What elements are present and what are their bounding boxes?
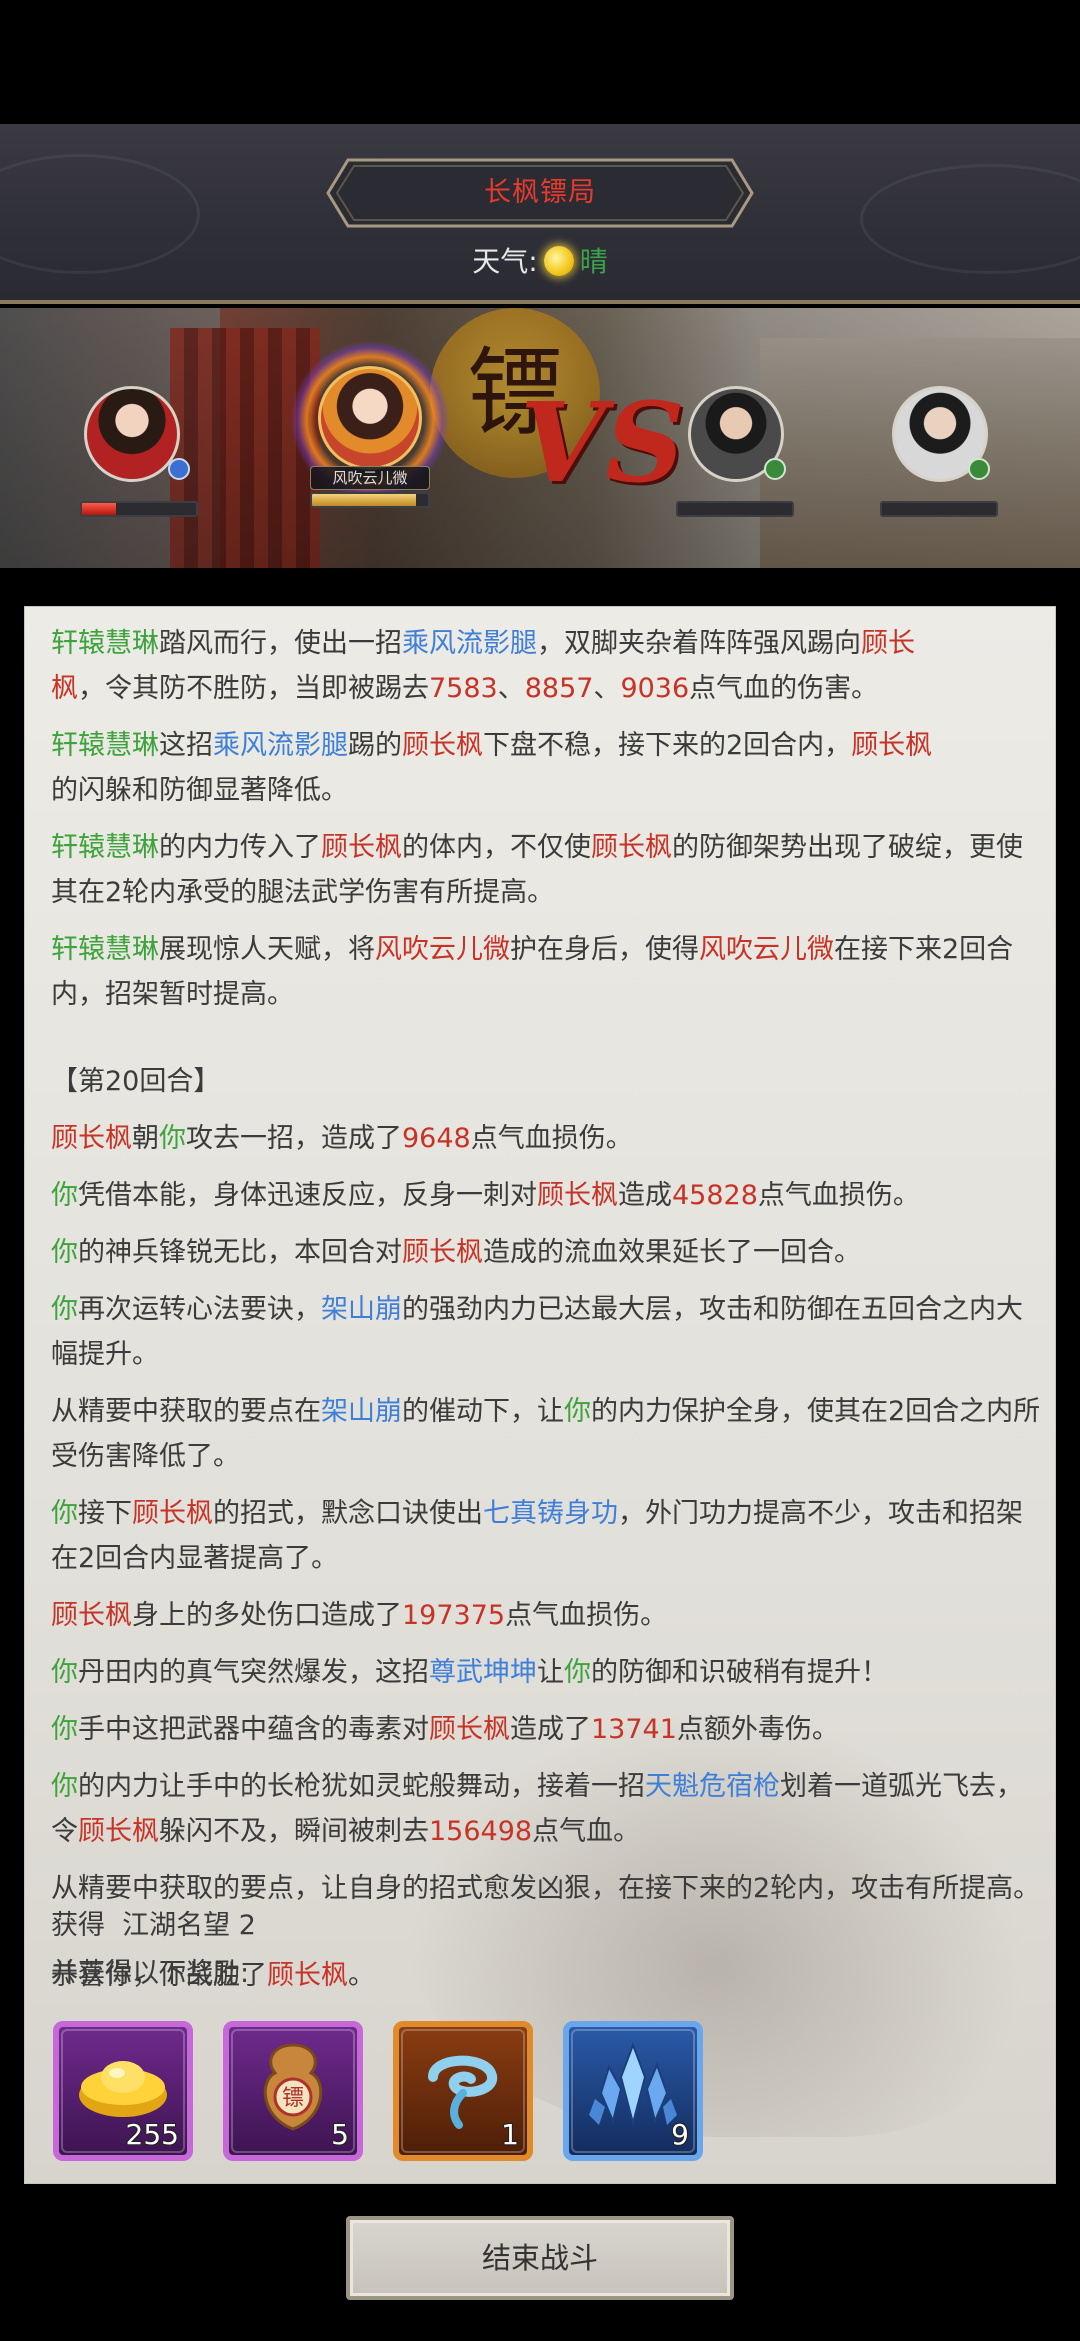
log-entry: 从精要中获取的要点在架山崩的催动下，让你的内力保护全身，使其在2回合之内所受伤害… (51, 1396, 1041, 1472)
battle-log-panel[interactable]: 轩辕慧琳踏风而行，使出一招乘风流影腿，双脚夹杂着阵阵强风踢向顾长 枫，令其防不胜防… (24, 606, 1056, 2184)
reward-item[interactable]: 镖 5 (223, 2021, 363, 2161)
log-entry: 轩辕慧琳的内力传入了顾长枫的体内，不仅使顾长枫的防御架势出现了破绽，更使其在2轮… (51, 832, 1023, 908)
log-entry: 你手中这把武器中蕴含的毒素对顾长枫造成了13741点额外毒伤。 (51, 1714, 839, 1745)
weather-value: 晴 (579, 245, 608, 278)
round-header: 【第20回合】 (51, 1066, 221, 1097)
item-count: 255 (125, 2118, 179, 2151)
log-entry: 你的内力让手中的长枪犹如灵蛇般舞动，接着一招天魁危宿枪划着一道弧光飞去，令顾长枫… (51, 1771, 1023, 1847)
header: 长枫镖局 天气: 晴 (0, 124, 1080, 304)
fame-reward: 获得 江湖名望 2 (51, 1903, 256, 1942)
title-plate: 长枫镖局 (326, 158, 754, 228)
log-entry: 顾长枫身上的多处伤口造成了197375点气血损伤。 (51, 1600, 668, 1631)
log-entry: 你再次运转心法要诀，架山崩的强劲内力已达最大层，攻击和防御在五回合之内大幅提升。 (51, 1294, 1023, 1370)
extra-reward-label: 并获得以下奖励: (51, 1958, 250, 1989)
end-battle-button[interactable]: 结束战斗 (346, 2216, 734, 2300)
item-count: 9 (671, 2118, 689, 2151)
hp-bar (676, 501, 794, 517)
weather-label: 天气: (472, 245, 538, 278)
avatar (318, 366, 422, 470)
item-count: 5 (331, 2118, 349, 2151)
sun-icon (543, 246, 574, 276)
hp-bar (880, 501, 998, 517)
log-entry: 顾长枫朝你攻去一招，造成了9648点气血损伤。 (51, 1123, 633, 1154)
vs-text: VS (520, 378, 685, 507)
svg-text:镖: 镖 (282, 2086, 304, 2111)
log-entry: 你接下顾长枫的招式，默念口诀使出七真铸身功，外门功力提高不少，攻击和招架在2回合… (51, 1498, 1023, 1574)
fame-text: 江湖名望 2 (122, 1910, 256, 1941)
item-count: 1 (501, 2118, 519, 2151)
log-entry: 轩辕慧琳这招乘风流影腿踢的顾长枫下盘不稳，接下来的2回合内，顾长枫 的闪躲和防御显… (51, 730, 933, 806)
blue-swirl-icon (428, 2055, 498, 2129)
hero-name: 风吹云儿微 (310, 466, 430, 490)
reward-item[interactable]: 255 (53, 2021, 193, 2161)
log-entry: 你的神兵锋锐无比，本回合对顾长枫造成的流血效果延长了一回合。 (51, 1237, 861, 1268)
battle-scene: 镖 VS 风吹云儿微 (0, 308, 1080, 568)
reward-item[interactable]: 9 (563, 2021, 703, 2161)
reward-item[interactable]: 1 (393, 2021, 533, 2161)
log-entry: 轩辕慧琳展现惊人天赋，将风吹云儿微护在身后，使得风吹云儿微在接下来2回合内，招架… (51, 934, 1014, 1010)
log-entry: 轩辕慧琳踏风而行，使出一招乘风流影腿，双脚夹杂着阵阵强风踢向顾长 枫，令其防不胜防… (51, 628, 915, 704)
gold-ingot-icon (79, 2061, 167, 2117)
weapon-badge-icon (968, 458, 990, 480)
page-title: 长枫镖局 (484, 177, 596, 208)
hp-bar (80, 501, 198, 517)
status-bar (0, 0, 1080, 124)
blue-crystal-icon (589, 2042, 677, 2127)
escort-token-icon: 镖 (263, 2043, 323, 2131)
battle-log: 轩辕慧琳踏风而行，使出一招乘风流影腿，双脚夹杂着阵阵强风踢向顾长 枫，令其防不胜防… (51, 621, 1041, 2010)
log-entry: 你凭借本能，身体迅速反应，反身一刺对顾长枫造成45828点气血损伤。 (51, 1180, 920, 1211)
hp-bar (310, 492, 430, 508)
avatar (84, 386, 180, 482)
log-entry: 你丹田内的真气突然爆发，这招尊武坤坤让你的防御和识破稍有提升！ (51, 1657, 888, 1688)
weapon-badge-icon (168, 458, 190, 480)
gain-label: 获得 (51, 1910, 105, 1941)
weapon-badge-icon (764, 458, 786, 480)
weather-row: 天气: 晴 (0, 242, 1080, 282)
